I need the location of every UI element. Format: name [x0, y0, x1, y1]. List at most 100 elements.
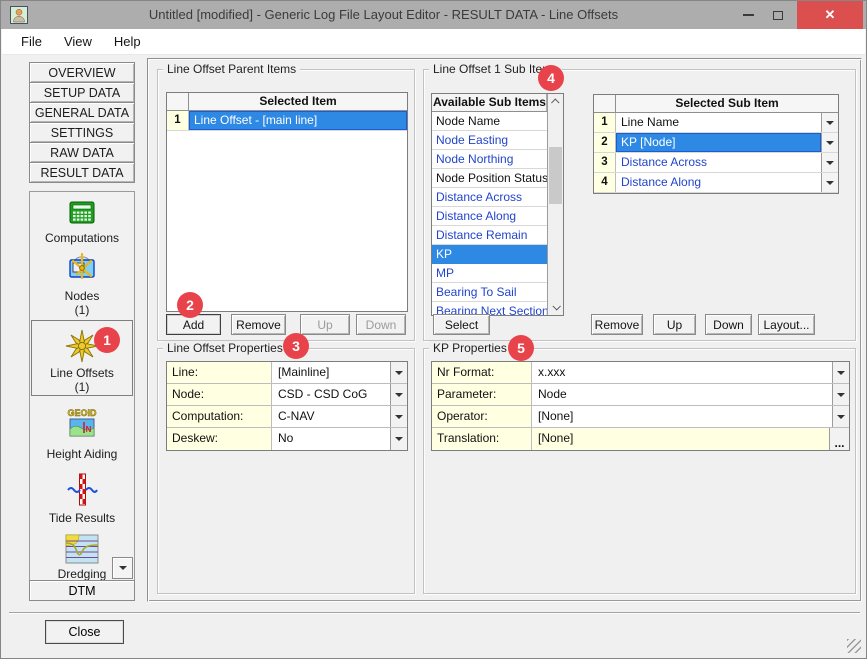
remove-button[interactable]: Remove: [231, 314, 286, 335]
menu-help[interactable]: Help: [103, 34, 152, 49]
close-window-button[interactable]: ✕: [797, 1, 863, 29]
parameter-combobox[interactable]: Node: [532, 384, 832, 405]
operator-combobox[interactable]: [None]: [532, 406, 832, 427]
sub-item-combobox[interactable]: Distance Across: [616, 153, 821, 172]
row-number: 2: [594, 133, 616, 152]
node-combobox[interactable]: CSD - CSD CoG: [272, 384, 390, 405]
table-header-row: Selected Sub Item: [594, 95, 838, 113]
list-item[interactable]: MP: [432, 264, 547, 283]
layout-button[interactable]: Layout...: [758, 314, 815, 335]
dropdown-button[interactable]: [390, 406, 407, 427]
list-item[interactable]: Distance Along: [432, 207, 547, 226]
dropdown-button[interactable]: [390, 362, 407, 383]
dropdown-button[interactable]: [832, 406, 849, 427]
remove-sub-item-button[interactable]: Remove: [591, 314, 643, 335]
table-row[interactable]: 1 Line Name: [594, 113, 838, 133]
computation-combobox[interactable]: C-NAV: [272, 406, 390, 427]
dropdown-button[interactable]: [821, 153, 838, 172]
kp-properties-group: KP Properties 5 Nr Format: x.xxx Paramet…: [423, 348, 856, 594]
sidebar-item-raw-data[interactable]: RAW DATA: [29, 142, 135, 163]
chevron-up-icon: [551, 98, 559, 106]
list-item[interactable]: Node Northing: [432, 150, 547, 169]
tool-list-dropdown-button[interactable]: [112, 557, 133, 579]
property-row: Operator: [None]: [432, 406, 849, 428]
up-button[interactable]: Up: [300, 314, 350, 335]
sub-item-combobox[interactable]: Line Name: [616, 113, 821, 132]
table-row-selected[interactable]: 2 KP [Node]: [594, 133, 838, 153]
tool-nodes[interactable]: Nodes (1): [30, 252, 134, 317]
tool-tide-results[interactable]: Tide Results: [30, 472, 134, 525]
list-item[interactable]: Node Name: [432, 112, 547, 131]
sub-item-combobox[interactable]: KP [Node]: [616, 133, 821, 152]
table-row[interactable]: 3 Distance Across: [594, 153, 838, 173]
dropdown-button[interactable]: [390, 428, 407, 450]
resize-grip[interactable]: [847, 639, 861, 653]
tool-label: Nodes: [30, 289, 134, 303]
list-item[interactable]: Distance Remain: [432, 226, 547, 245]
annotation-badge-3: 3: [283, 333, 309, 359]
dropdown-button[interactable]: [821, 113, 838, 132]
parent-item-value[interactable]: Line Offset - [main line]: [189, 111, 407, 130]
selected-sub-items-table[interactable]: Selected Sub Item 1 Line Name 2 KP [Node…: [593, 94, 839, 194]
line-offset-properties-group: Line Offset Properties 3 Line: [Mainline…: [157, 348, 415, 594]
close-button[interactable]: Close: [45, 620, 124, 644]
chevron-down-icon: [837, 371, 845, 379]
list-item[interactable]: Distance Across: [432, 188, 547, 207]
selected-item-header: Selected Item: [189, 93, 407, 110]
list-item[interactable]: Node Position Status: [432, 169, 547, 188]
dropdown-button[interactable]: [832, 384, 849, 405]
down-sub-item-button[interactable]: Down: [705, 314, 752, 335]
select-button[interactable]: Select: [433, 314, 490, 335]
title-bar[interactable]: Untitled [modified] - Generic Log File L…: [1, 1, 866, 29]
sidebar-item-setup-data[interactable]: SETUP DATA: [29, 82, 135, 103]
sidebar-item-result-data[interactable]: RESULT DATA: [29, 162, 135, 183]
list-item-selected[interactable]: KP: [432, 245, 547, 264]
scroll-up-button[interactable]: [548, 94, 563, 110]
dropdown-button[interactable]: [821, 133, 838, 152]
chevron-down-icon: [837, 415, 845, 423]
line-combobox[interactable]: [Mainline]: [272, 362, 390, 383]
minimize-button[interactable]: [733, 1, 763, 29]
deskew-combobox[interactable]: No: [272, 428, 390, 450]
list-item[interactable]: Node Easting: [432, 131, 547, 150]
menu-view[interactable]: View: [53, 34, 103, 49]
annotation-badge-4: 4: [538, 65, 564, 91]
translation-field[interactable]: [None]: [532, 428, 829, 450]
sidebar-item-overview[interactable]: OVERVIEW: [29, 62, 135, 83]
dredging-profile-icon: [64, 534, 100, 564]
property-row: Deskew: No: [167, 428, 407, 450]
parent-items-table[interactable]: Selected Item 1 Line Offset - [main line…: [166, 92, 408, 312]
nr-format-combobox[interactable]: x.xxx: [532, 362, 832, 383]
tool-line-offsets-selected[interactable]: Line Offsets (1) 1: [31, 320, 133, 396]
down-button[interactable]: Down: [356, 314, 406, 335]
sub-item-combobox[interactable]: Distance Along: [616, 173, 821, 192]
table-row[interactable]: 4 Distance Along: [594, 173, 838, 193]
dtm-button[interactable]: DTM: [29, 580, 135, 601]
bottom-divider: [9, 612, 860, 614]
vertical-scrollbar[interactable]: [547, 94, 563, 315]
maximize-button[interactable]: [763, 1, 793, 29]
sidebar-item-settings[interactable]: SETTINGS: [29, 122, 135, 143]
property-row: Parameter: Node: [432, 384, 849, 406]
property-row: Translation: [None] ...: [432, 428, 849, 450]
up-sub-item-button[interactable]: Up: [653, 314, 696, 335]
dropdown-button[interactable]: [832, 362, 849, 383]
browse-ellipsis-button[interactable]: ...: [829, 428, 849, 450]
annotation-badge-2: 2: [177, 292, 203, 318]
scroll-down-button[interactable]: [548, 299, 563, 315]
list-item[interactable]: Bearing To Sail: [432, 283, 547, 302]
kp-properties-table: Nr Format: x.xxx Parameter: Node Operato…: [431, 361, 850, 451]
available-sub-items-list[interactable]: Available Sub Items Node Name Node Easti…: [431, 93, 564, 316]
dropdown-button[interactable]: [821, 173, 838, 192]
app-icon[interactable]: [10, 6, 28, 24]
tool-label: Tide Results: [30, 511, 134, 525]
tool-computations[interactable]: Computations: [30, 198, 134, 245]
menu-file[interactable]: File: [10, 34, 53, 49]
tool-height-aiding[interactable]: GEOID N Height Aiding: [30, 406, 134, 461]
sidebar-item-general-data[interactable]: GENERAL DATA: [29, 102, 135, 123]
property-label: Line:: [167, 362, 272, 383]
table-row[interactable]: 1 Line Offset - [main line]: [167, 111, 407, 131]
scrollbar-thumb[interactable]: [549, 147, 562, 204]
property-label: Parameter:: [432, 384, 532, 405]
dropdown-button[interactable]: [390, 384, 407, 405]
